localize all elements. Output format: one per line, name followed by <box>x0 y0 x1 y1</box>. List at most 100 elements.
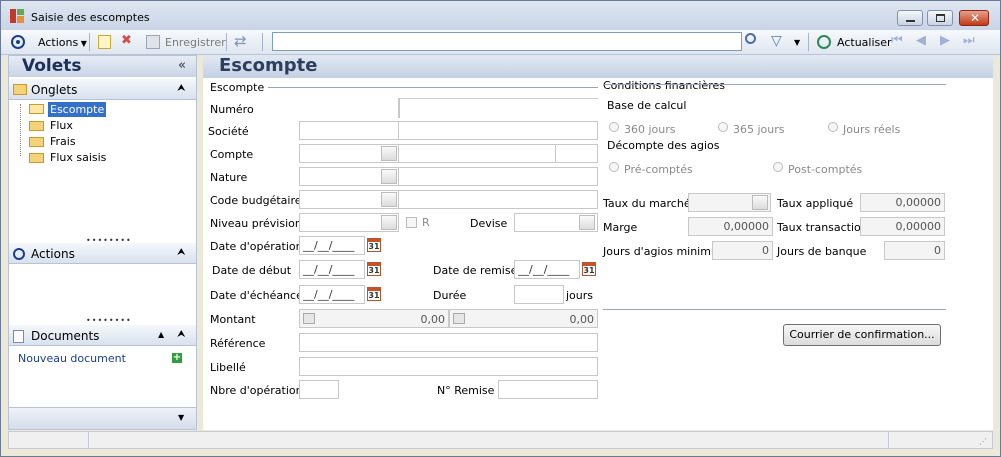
caret-up-icon[interactable]: ▲ <box>158 330 164 339</box>
numero-underline <box>398 98 598 99</box>
tab-flux-saisis[interactable]: Flux saisis <box>50 151 106 164</box>
date-debut-field[interactable]: __/__/____ <box>299 260 365 279</box>
actions-target-icon[interactable] <box>11 35 25 49</box>
numero-label: Numéro <box>210 103 254 116</box>
radio-360[interactable] <box>609 122 619 132</box>
tab-frais[interactable]: Frais <box>50 135 76 148</box>
radio-jours-reels[interactable] <box>828 122 838 132</box>
calendar-icon[interactable]: 31 <box>367 287 381 301</box>
maximize-button[interactable] <box>927 10 953 26</box>
close-icon: ✕ <box>970 11 981 25</box>
folder-icon <box>29 121 44 131</box>
nature-label-field[interactable] <box>398 167 598 186</box>
devise-label: Devise <box>470 217 508 230</box>
collapse-section-icon[interactable]: ⮝ <box>177 329 186 340</box>
date-echeance-label: Date d'échéance <box>210 289 303 302</box>
compte-label-field[interactable] <box>398 144 556 163</box>
duree-field[interactable] <box>514 285 564 304</box>
tab-flux[interactable]: Flux <box>50 119 73 132</box>
refresh-icon[interactable] <box>817 35 831 49</box>
nbre-operations-field[interactable] <box>299 380 339 399</box>
next-record-icon[interactable]: ▶ <box>940 33 950 48</box>
montant-devise-field[interactable]: 0,00 <box>449 309 598 328</box>
minimize-icon <box>906 20 915 22</box>
radio-postcomptes[interactable] <box>773 162 783 172</box>
decompte-label: Décompte des agios <box>607 139 720 152</box>
actions-section-title: Actions <box>31 247 75 261</box>
save-button[interactable]: Enregistrer <box>165 36 226 49</box>
calendar-icon[interactable]: 31 <box>367 262 381 276</box>
actions-menu[interactable]: Actions ▼ <box>38 36 87 49</box>
last-record-icon[interactable]: ⏭ <box>963 33 975 48</box>
previous-record-icon[interactable]: ◀ <box>916 33 926 48</box>
radio-precomptes[interactable] <box>609 162 619 172</box>
calendar-icon[interactable]: 31 <box>367 238 381 252</box>
tab-escompte[interactable]: Escompte <box>48 102 107 117</box>
calendar-icon[interactable]: 31 <box>582 262 596 276</box>
jours-min-field[interactable]: 0 <box>712 241 773 260</box>
societe-name-field[interactable] <box>398 121 598 140</box>
dropdown-arrow-icon[interactable] <box>381 169 397 184</box>
resize-grip-icon[interactable]: ⋰ <box>979 437 987 446</box>
save-icon[interactable] <box>146 35 160 49</box>
dropdown-arrow-icon[interactable] <box>381 192 397 207</box>
minimize-button[interactable] <box>897 10 923 26</box>
chevron-down-icon[interactable]: ▼ <box>178 413 184 422</box>
taux-marche-label: Taux du marché <box>603 197 691 210</box>
new-icon[interactable] <box>98 35 111 49</box>
search-input[interactable] <box>272 32 742 51</box>
new-document-link[interactable]: Nouveau document <box>18 352 126 365</box>
close-button[interactable]: ✕ <box>959 10 989 26</box>
r-label: R <box>422 216 430 229</box>
search-icon[interactable] <box>745 33 756 44</box>
jours-banque-field[interactable]: 0 <box>884 241 945 260</box>
radio-365[interactable] <box>718 122 728 132</box>
collapse-section-icon[interactable]: ⮝ <box>177 247 186 258</box>
app-icon <box>9 8 25 24</box>
filter-icon[interactable]: ▽ <box>771 33 782 49</box>
splitter-grip[interactable]: •••••••• <box>86 316 132 325</box>
radio-postcomptes-label: Post-comptés <box>788 163 863 176</box>
taux-transaction-label: Taux transaction <box>777 221 868 234</box>
n-remise-field[interactable] <box>498 380 598 399</box>
volets-title: Volets <box>22 56 82 76</box>
courrier-confirmation-button[interactable]: Courrier de confirmation... <box>783 324 941 346</box>
toolbar-separator <box>89 33 90 51</box>
first-record-icon[interactable]: ⏮ <box>891 33 903 48</box>
r-checkbox[interactable] <box>406 217 417 228</box>
montant-devise-value: 0,00 <box>569 313 595 326</box>
dropdown-arrow-icon[interactable] <box>752 195 768 210</box>
refresh-button[interactable]: Actualiser <box>837 36 892 49</box>
collapse-pane-icon[interactable]: « <box>178 58 186 73</box>
numero-field[interactable] <box>398 98 400 118</box>
taux-transaction-field[interactable]: 0,00000 <box>860 217 945 236</box>
libelle-field[interactable] <box>299 357 598 376</box>
sync-icon[interactable]: ⇄ <box>234 32 247 50</box>
tree-line <box>20 104 21 156</box>
montant-field[interactable]: 0,00 <box>299 309 449 328</box>
radio-jours-reels-label: Jours réels <box>843 123 901 136</box>
date-echeance-field[interactable]: __/__/____ <box>299 285 365 304</box>
date-operation-field[interactable]: __/__/____ <box>299 236 365 255</box>
code-budgetaire-label-field[interactable] <box>398 190 598 209</box>
marge-label: Marge <box>603 221 638 234</box>
taux-applique-field[interactable]: 0,00000 <box>860 193 945 212</box>
add-icon[interactable]: + <box>172 353 182 363</box>
societe-code-field[interactable] <box>299 121 399 140</box>
base-calcul-label: Base de calcul <box>607 99 687 112</box>
compte-extra-field[interactable] <box>555 144 598 163</box>
jours-unit-label: jours <box>566 289 594 302</box>
delete-icon[interactable]: ✖ <box>121 33 132 48</box>
calculator-icon[interactable] <box>303 313 315 324</box>
filter-dropdown-icon[interactable]: ▼ <box>794 38 800 47</box>
dropdown-arrow-icon[interactable] <box>381 146 397 161</box>
dropdown-arrow-icon[interactable] <box>579 215 595 230</box>
reference-field[interactable] <box>299 333 598 352</box>
marge-field[interactable]: 0,00000 <box>688 217 773 236</box>
date-remise-field[interactable]: __/__/____ <box>514 260 580 279</box>
montant-value: 0,00 <box>420 313 446 326</box>
calculator-icon[interactable] <box>453 313 465 324</box>
collapse-section-icon[interactable]: ⮝ <box>177 83 186 94</box>
dropdown-arrow-icon[interactable] <box>381 215 397 230</box>
n-remise-label: N° Remise <box>437 384 495 397</box>
